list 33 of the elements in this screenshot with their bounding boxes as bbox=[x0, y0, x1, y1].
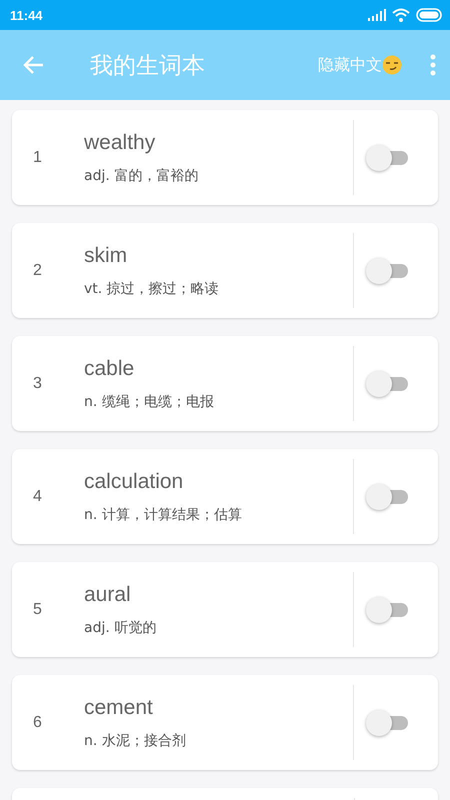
word-text: cable bbox=[84, 356, 136, 380]
word-meaning: n. 缆绳；电缆；电报 bbox=[84, 392, 215, 410]
word-text: cement bbox=[84, 696, 154, 720]
word-meaning: n. 水泥；接合剂 bbox=[84, 732, 187, 750]
word-meaning: adj. 富的，富裕的 bbox=[84, 166, 200, 184]
toggle-switch[interactable] bbox=[366, 596, 410, 624]
toggle-switch[interactable] bbox=[366, 708, 410, 736]
status-time: 11:44 bbox=[10, 8, 43, 22]
word-meaning: adj. 听觉的 bbox=[84, 618, 158, 636]
toggle-switch[interactable] bbox=[366, 256, 410, 284]
word-number: 5 bbox=[32, 600, 43, 618]
hide-chinese-button[interactable]: 隐藏中文 bbox=[318, 54, 382, 76]
toggle-switch[interactable] bbox=[366, 144, 410, 172]
word-text: calculation bbox=[84, 470, 184, 494]
signal-icon bbox=[368, 9, 386, 21]
word-number: 6 bbox=[32, 714, 43, 732]
wifi-icon bbox=[392, 8, 410, 22]
word-meaning: vt. 掠过，擦过；略读 bbox=[84, 280, 220, 298]
word-number: 1 bbox=[32, 148, 43, 166]
word-text: skim bbox=[84, 244, 128, 268]
word-text: wealthy bbox=[84, 130, 156, 154]
more-menu-button[interactable] bbox=[430, 54, 436, 76]
toggle-switch[interactable] bbox=[366, 482, 410, 510]
word-text: aural bbox=[84, 582, 132, 606]
toggle-switch[interactable] bbox=[366, 370, 410, 398]
word-number: 3 bbox=[32, 374, 43, 392]
word-number: 2 bbox=[32, 262, 43, 280]
word-meaning: n. 计算，计算结果；估算 bbox=[84, 506, 243, 524]
battery-icon bbox=[416, 8, 442, 22]
back-button[interactable] bbox=[22, 55, 44, 75]
word-number: 4 bbox=[32, 488, 43, 506]
page-title: 我的生词本 bbox=[90, 52, 206, 80]
emoji-icon bbox=[382, 55, 402, 75]
